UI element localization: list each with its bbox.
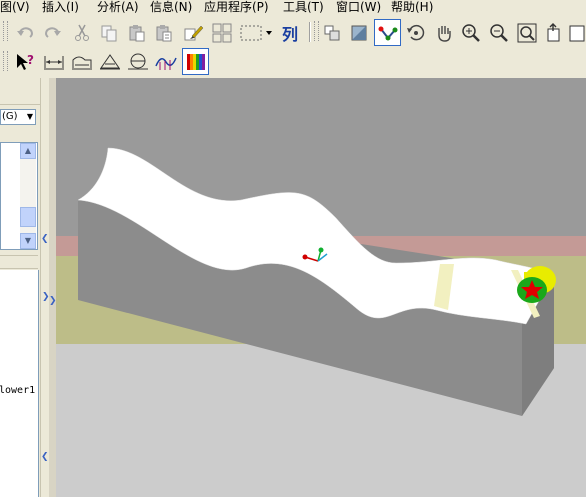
collapse-left-icon: ❮ [41, 234, 49, 244]
measure-distance-icon [44, 56, 64, 70]
paste-special-icon [156, 25, 172, 42]
scroll-down-button[interactable]: ▼ [20, 233, 36, 249]
scroll-up-icon: ▲ [24, 146, 32, 155]
color-spectrum-icon [186, 53, 205, 70]
zoom-in-icon [462, 24, 480, 42]
pan-button[interactable] [432, 21, 456, 45]
curve-analysis-button[interactable] [154, 50, 178, 74]
scroll-down-icon: ▼ [24, 236, 32, 245]
pattern-icon [212, 23, 232, 43]
rotate-icon [407, 24, 425, 41]
toolbar-grip[interactable] [314, 21, 319, 41]
copy-icon [101, 25, 117, 42]
3d-scene[interactable] [56, 78, 586, 497]
redo-icon [45, 27, 61, 38]
paste-special-button[interactable] [152, 21, 176, 45]
chevron-down-icon: ▼ [26, 112, 33, 121]
selection-box-icon [240, 25, 272, 41]
x-axis-tip [302, 254, 308, 260]
left-panel: (G) ▼ ▲ ▼ lower1 ❮ ❯ ❮ ❯ [0, 78, 57, 497]
menu-insert[interactable]: 插入(I) [42, 0, 79, 15]
paste-button[interactable] [125, 21, 149, 45]
menu-bar: 图(V) 插入(I) 分析(A) 信息(N) 应用程序(P) 工具(T) 窗口(… [0, 0, 586, 16]
whats-this-button[interactable]: ? [13, 50, 37, 74]
zoom-out-icon [490, 24, 508, 42]
scissors-icon [75, 24, 89, 41]
help-pointer-icon: ? [17, 53, 34, 70]
tree-view: lower1 [0, 270, 39, 497]
measure-area-button[interactable] [98, 50, 122, 74]
collapse-left-icon: ❮ [41, 452, 49, 462]
zoom-fit-icon [517, 23, 537, 43]
shaded-view-icon [351, 25, 367, 41]
menu-applications[interactable]: 应用程序(P) [204, 0, 269, 15]
array-label: 列 [281, 25, 298, 44]
page-icon [569, 25, 585, 42]
y-axis-tip [318, 247, 324, 253]
paint-button[interactable] [182, 21, 206, 45]
zoom-in-button[interactable] [459, 21, 483, 45]
route-button[interactable] [374, 19, 401, 46]
sash-rail[interactable]: ❯ [49, 78, 57, 497]
cut-button[interactable] [70, 21, 94, 45]
measure-length-icon [72, 56, 92, 70]
scroll-up-button[interactable]: ▲ [20, 143, 36, 159]
pattern-button[interactable] [210, 21, 234, 45]
copy-button[interactable] [97, 21, 121, 45]
view-button[interactable] [566, 21, 586, 45]
menu-tools[interactable]: 工具(T) [283, 0, 324, 15]
view-orient-button[interactable] [542, 21, 566, 45]
toolbar-separator [309, 22, 311, 42]
measure-area-icon [100, 54, 120, 70]
layer-button[interactable] [320, 21, 344, 45]
toolbar-grip[interactable] [3, 51, 8, 71]
hand-icon [438, 26, 451, 42]
undo-button[interactable] [13, 21, 37, 45]
menu-analysis[interactable]: 分析(A) [97, 0, 139, 15]
layers-icon [324, 25, 340, 41]
toolbar: 列 ? [0, 17, 586, 77]
paste-icon [129, 25, 145, 42]
panel-divider [0, 255, 38, 269]
menu-window[interactable]: 窗口(W) [336, 0, 381, 15]
shading-button[interactable] [347, 21, 371, 45]
rotate-button[interactable] [404, 21, 428, 45]
array-button[interactable]: 列 [278, 21, 302, 45]
vertical-scrollbar[interactable]: ▲ ▼ [20, 143, 36, 249]
svg-text:?: ? [27, 53, 34, 67]
scroll-thumb[interactable] [20, 207, 36, 227]
collapse-handle[interactable]: ❮ ❯ ❮ [40, 78, 50, 497]
selection-box-button[interactable] [238, 21, 274, 45]
undo-icon [17, 27, 33, 38]
menu-view[interactable]: 图(V) [0, 0, 30, 15]
zoom-out-button[interactable] [487, 21, 511, 45]
3d-viewport[interactable] [56, 78, 586, 497]
panel-top [0, 78, 44, 105]
zoom-fit-button[interactable] [515, 21, 539, 45]
measure-length-button[interactable] [70, 50, 94, 74]
tree-item-label[interactable]: lower1 [0, 385, 35, 396]
curve-analysis-icon [155, 57, 177, 70]
route-path-icon [378, 26, 397, 40]
redo-button[interactable] [41, 21, 65, 45]
measure-volume-button[interactable] [126, 50, 150, 74]
toolbar-grip[interactable] [3, 21, 8, 41]
filter-dropdown-value: (G) [2, 111, 18, 122]
filter-dropdown[interactable]: (G) ▼ [0, 109, 36, 125]
measure-distance-button[interactable] [42, 50, 66, 74]
menu-help[interactable]: 帮助(H) [391, 0, 433, 15]
spectrum-button[interactable] [182, 48, 209, 75]
view-orient-icon [547, 23, 560, 42]
menu-info[interactable]: 信息(N) [150, 0, 192, 15]
paintbrush-icon [184, 25, 204, 41]
measure-volume-icon [128, 53, 148, 70]
